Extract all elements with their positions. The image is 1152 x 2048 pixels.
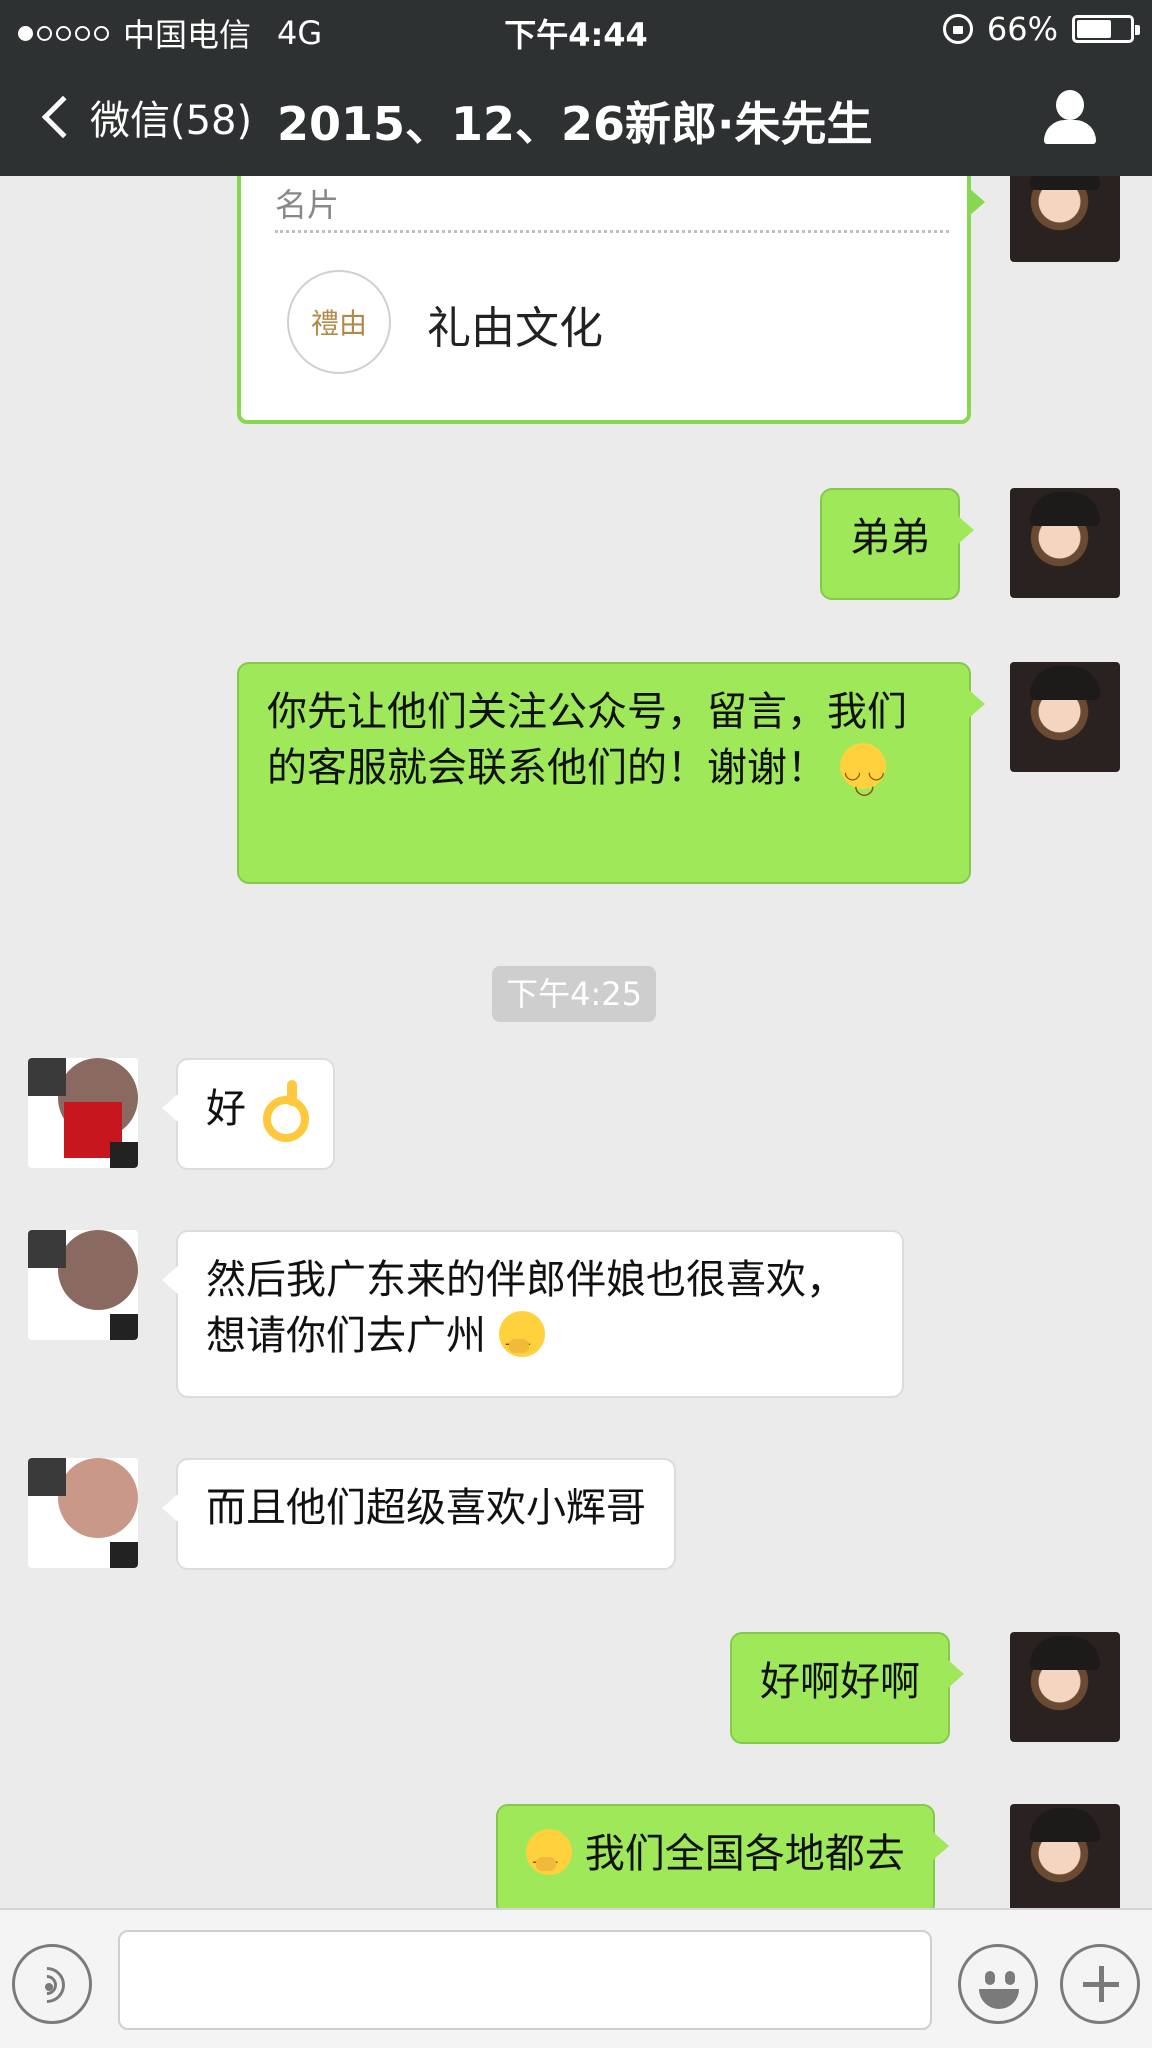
chat-area[interactable]: 名片 禮由 礼由文化 弟弟 你先让他们关注公众号，留言，我们的客服就会联系他们的… [0,176,1152,1908]
thinking-emoji-icon [498,1311,545,1371]
message-text: 弟弟 [850,515,930,561]
smile-emoji-icon [839,743,886,813]
message-text: 你先让他们关注公众号，留言，我们的客服就会联系他们的！谢谢！ [267,689,907,791]
message-text: 好啊好啊 [760,1659,920,1705]
thinking-emoji-icon [526,1829,572,1889]
card-type-label: 名片 [275,186,340,224]
my-avatar[interactable] [1010,488,1120,598]
card-name: 礼由文化 [427,303,603,354]
rotation-lock-icon [942,14,973,44]
message-bubble-received[interactable]: 然后我广东来的伴郎伴娘也很喜欢，想请你们去广州 [162,1230,904,1398]
message-bubble-sent[interactable]: 我们全国各地都去 [496,1804,949,1908]
my-avatar[interactable] [1010,1804,1120,1908]
message-timestamp: 下午4:25 [492,966,656,1022]
message-input[interactable] [118,1930,932,2030]
input-toolbar [0,1908,1152,2048]
message-bubble-received[interactable]: 好 [162,1058,335,1170]
status-bar: 中国电信 4G 下午4:44 66% [0,0,1152,58]
voice-input-button[interactable] [12,1944,92,2024]
my-avatar[interactable] [1010,1632,1120,1742]
message-text: 我们全国各地都去 [584,1831,905,1877]
nav-bar: 微信(58) 2015、12、26新郎·朱先生 [0,70,1152,170]
contact-card-message[interactable]: 名片 禮由 礼由文化 [237,176,985,424]
status-right: 66% [942,10,1140,48]
back-button[interactable]: 微信(58) [36,88,252,146]
chat-title: 2015、12、26新郎·朱先生 [277,97,873,151]
chevron-left-icon [41,95,85,139]
contact-avatar[interactable] [28,1058,138,1168]
message-text: 而且他们超级喜欢小辉哥 [206,1485,646,1531]
message-bubble-received[interactable]: 而且他们超级喜欢小辉哥 [162,1458,676,1570]
top-bar: 中国电信 4G 下午4:44 66% 微信(58) 2015、12、26新郎·朱… [0,0,1152,176]
card-divider [275,230,949,233]
message-bubble-sent[interactable]: 你先让他们关注公众号，留言，我们的客服就会联系他们的！谢谢！ [237,662,985,884]
message-bubble-sent[interactable]: 好啊好啊 [730,1632,964,1744]
contact-avatar[interactable] [28,1230,138,1340]
my-avatar[interactable] [1010,176,1120,262]
chat-info-button[interactable] [1042,90,1098,146]
message-bubble-sent[interactable]: 弟弟 [820,488,974,600]
message-text: 好 [206,1086,246,1132]
card-logo: 禮由 [287,270,391,374]
battery-icon [1072,15,1140,43]
battery-fill [1077,20,1111,38]
smiley-icon [985,1971,995,1985]
contact-avatar[interactable] [28,1458,138,1568]
more-options-button[interactable] [1060,1944,1140,2024]
emoji-button[interactable] [958,1944,1038,2024]
battery-percent: 66% [986,10,1058,48]
back-label: 微信(58) [90,98,253,144]
person-icon [1056,90,1084,120]
ok-hand-emoji-icon [259,1080,309,1142]
my-avatar[interactable] [1010,662,1120,772]
